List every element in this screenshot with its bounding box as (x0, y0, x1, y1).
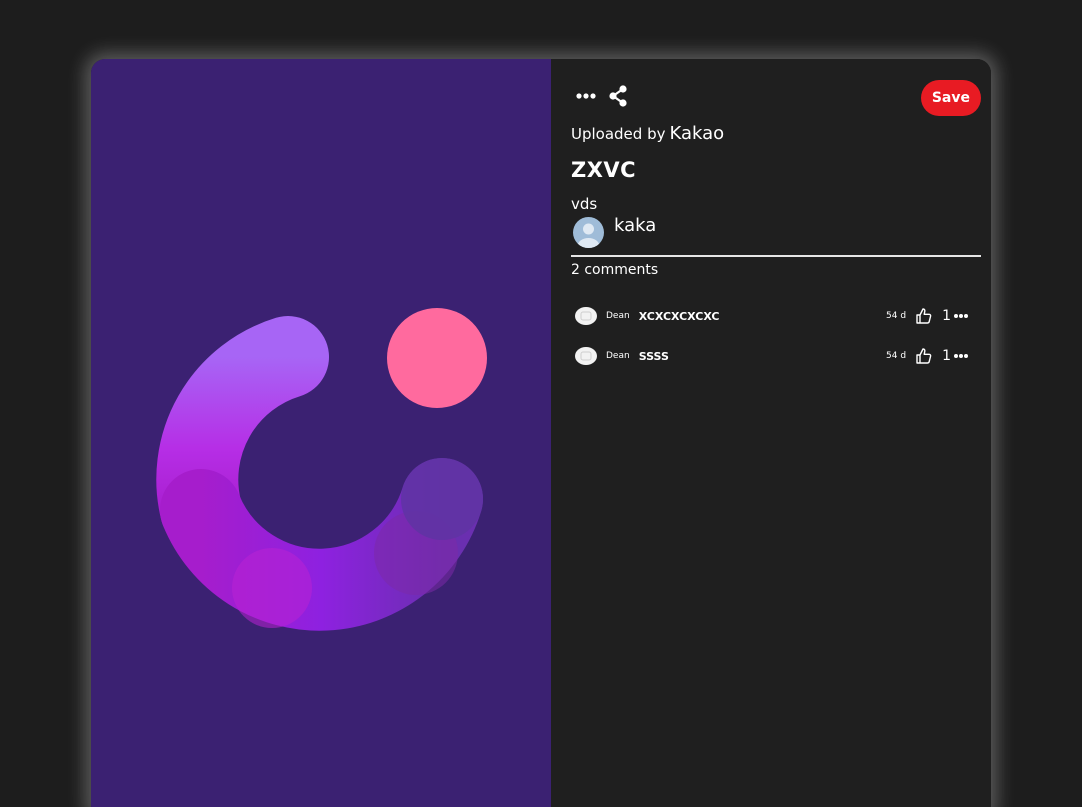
comment-age: 54 d (886, 351, 907, 361)
more-horizontal-icon[interactable] (575, 85, 597, 107)
comment-user[interactable]: Dean (606, 351, 630, 361)
pin-image[interactable] (91, 59, 551, 807)
comment-item: Dean SSSS 54 d 1 (575, 345, 969, 367)
comment-avatar[interactable] (575, 307, 597, 325)
comment-likes: 1 (942, 308, 951, 324)
uploaded-by-label: Uploaded by (571, 125, 666, 143)
author-row[interactable]: kaka (573, 215, 656, 248)
divider (571, 255, 981, 257)
logo-dot (387, 308, 487, 408)
comment-text: XCXCXCXCXC (638, 309, 720, 323)
logo-blob (232, 548, 312, 628)
logo-artwork (156, 308, 487, 631)
logo-blob (401, 458, 483, 540)
owner-name[interactable]: Kakao (669, 123, 724, 144)
pin-description: vds (571, 195, 598, 213)
uploaded-by: Uploaded by Kakao (571, 123, 724, 144)
comment-item: Dean XCXCXCXCXC 54 d 1 (575, 305, 969, 327)
comment-age: 54 d (886, 311, 907, 321)
comment-meta: 54 d 1 (886, 347, 969, 365)
toolbar (575, 85, 629, 107)
author-name[interactable]: kaka (614, 215, 656, 236)
comment-text: SSSS (638, 349, 669, 363)
more-horizontal-icon[interactable] (953, 311, 969, 321)
comment-avatar[interactable] (575, 347, 597, 365)
comment-user[interactable]: Dean (606, 311, 630, 321)
save-button[interactable]: Save (920, 80, 981, 116)
avatar[interactable] (573, 217, 604, 248)
pin-detail-panel: Save Uploaded by Kakao ZXVC vds kaka 2 c… (551, 59, 991, 807)
comment-likes: 1 (942, 348, 951, 364)
pin-title: ZXVC (571, 158, 637, 182)
thumbs-up-icon[interactable] (915, 307, 933, 325)
thumbs-up-icon[interactable] (915, 347, 933, 365)
comment-meta: 54 d 1 (886, 307, 969, 325)
more-horizontal-icon[interactable] (953, 351, 969, 361)
share-icon[interactable] (607, 85, 629, 107)
comments-count: 2 comments (571, 262, 659, 278)
pin-card: Save Uploaded by Kakao ZXVC vds kaka 2 c… (91, 59, 991, 807)
